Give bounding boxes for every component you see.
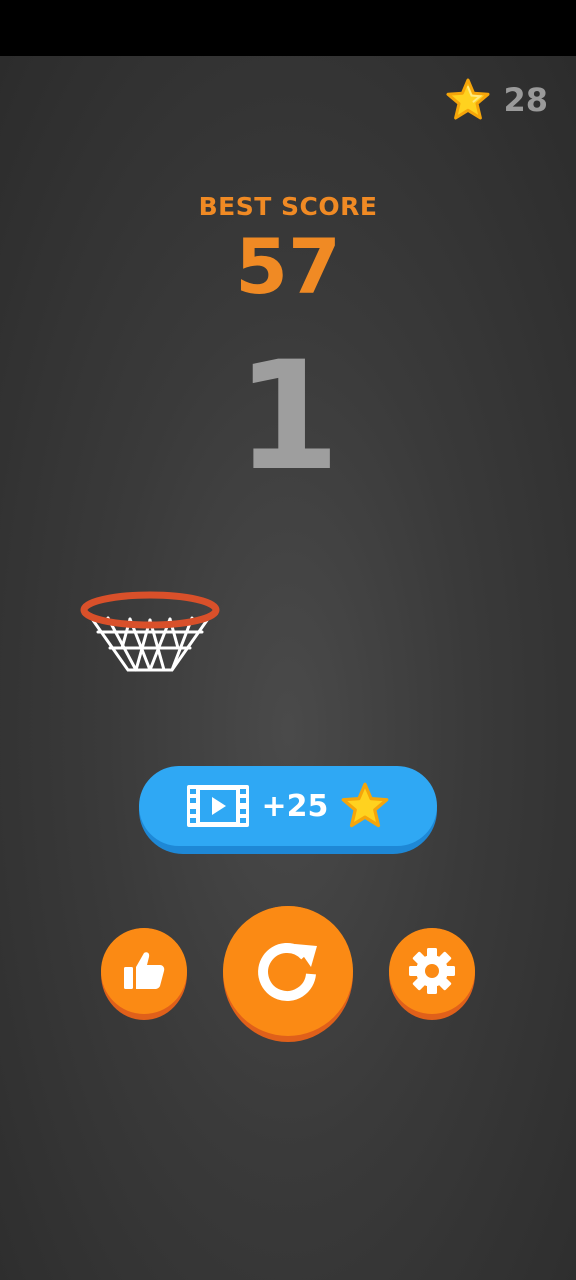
- basketball-hoop-icon: [80, 591, 220, 672]
- like-button[interactable]: [101, 928, 187, 1020]
- video-film-icon: [186, 785, 249, 827]
- gear-icon: [409, 948, 455, 994]
- restart-icon: [258, 942, 317, 1001]
- stars-count: 28: [503, 81, 548, 119]
- reward-button-face: +25: [139, 766, 437, 846]
- restart-button[interactable]: [223, 906, 353, 1042]
- star-icon: [342, 782, 389, 828]
- restart-button-face: [223, 906, 353, 1036]
- reward-amount: +25: [261, 788, 329, 824]
- star-icon: [446, 78, 490, 120]
- settings-button[interactable]: [389, 928, 475, 1020]
- watch-video-reward-button[interactable]: +25: [139, 766, 437, 854]
- best-score-value: 57: [235, 222, 341, 311]
- star-counter: 28: [445, 78, 548, 122]
- game-screen: 28 BEST SCORE 57 1 +25: [0, 0, 576, 1280]
- like-button-face: [101, 928, 187, 1014]
- best-score-label: BEST SCORE: [198, 192, 378, 221]
- settings-button-face: [389, 928, 475, 1014]
- thumbs-up-icon: [124, 952, 165, 989]
- current-score: 1: [235, 330, 341, 504]
- status-bar: [0, 0, 576, 56]
